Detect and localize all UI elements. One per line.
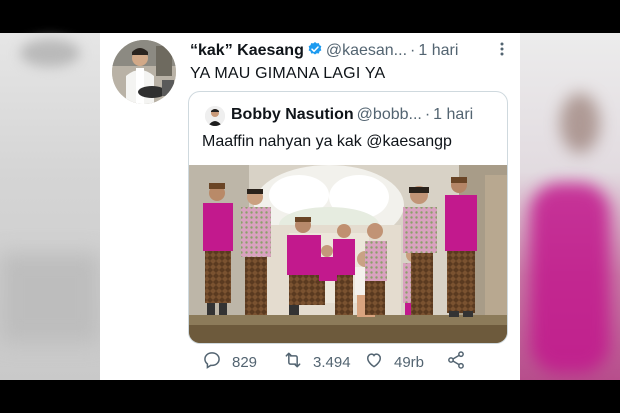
quoted-author-avatar[interactable]: [205, 106, 225, 126]
tweet-actions: 829 3.494 49rb: [188, 349, 508, 375]
heart-icon: [364, 350, 384, 375]
share-icon: [446, 350, 466, 375]
quoted-author-handle[interactable]: @bobb...: [357, 106, 422, 123]
like-action[interactable]: 49rb: [364, 351, 424, 373]
family-group-photo[interactable]: [189, 165, 507, 343]
author-display-name[interactable]: “kak” Kaesang: [190, 42, 304, 59]
like-count: 49rb: [394, 353, 425, 371]
author-handle[interactable]: @kaesan...: [326, 42, 407, 59]
tweet-header: “kak” Kaesang @kaesan... · 1 hari: [190, 41, 514, 63]
quoted-timestamp[interactable]: 1 hari: [433, 106, 473, 123]
more-vertical-icon[interactable]: [495, 41, 509, 57]
reply-count: 829: [232, 353, 258, 371]
retweet-action[interactable]: 3.494: [283, 351, 351, 373]
retweet-icon: [283, 350, 303, 375]
share-action[interactable]: [446, 350, 466, 375]
tweet-timestamp[interactable]: 1 hari: [418, 42, 458, 59]
author-avatar[interactable]: [112, 40, 176, 104]
separator-dot: ·: [424, 106, 431, 123]
quoted-tweet-text: Maaffin nahyan ya kak @kaesangp: [202, 133, 452, 150]
top-letterbox-bar: [0, 0, 620, 33]
quoted-tweet[interactable]: Bobby Nasution @bobb... · 1 hari Maaffin na…: [188, 91, 508, 344]
separator-dot: ·: [410, 42, 416, 59]
blurred-background-right: [520, 33, 620, 380]
bottom-letterbox-bar: [0, 380, 620, 413]
quoted-author-name[interactable]: Bobby Nasution: [231, 106, 354, 123]
retweet-count: 3.494: [313, 353, 351, 371]
tweet-text: YA MAU GIMANA LAGI YA: [190, 65, 386, 82]
blurred-background-left: [0, 33, 100, 380]
tweet-card[interactable]: “kak” Kaesang @kaesan... · 1 hari YA MAU GI…: [100, 33, 520, 380]
verified-badge-icon: [307, 41, 323, 57]
reply-action[interactable]: 829: [202, 351, 257, 373]
quoted-tweet-header: Bobby Nasution @bobb... · 1 hari: [231, 106, 473, 124]
reply-icon: [202, 350, 222, 375]
